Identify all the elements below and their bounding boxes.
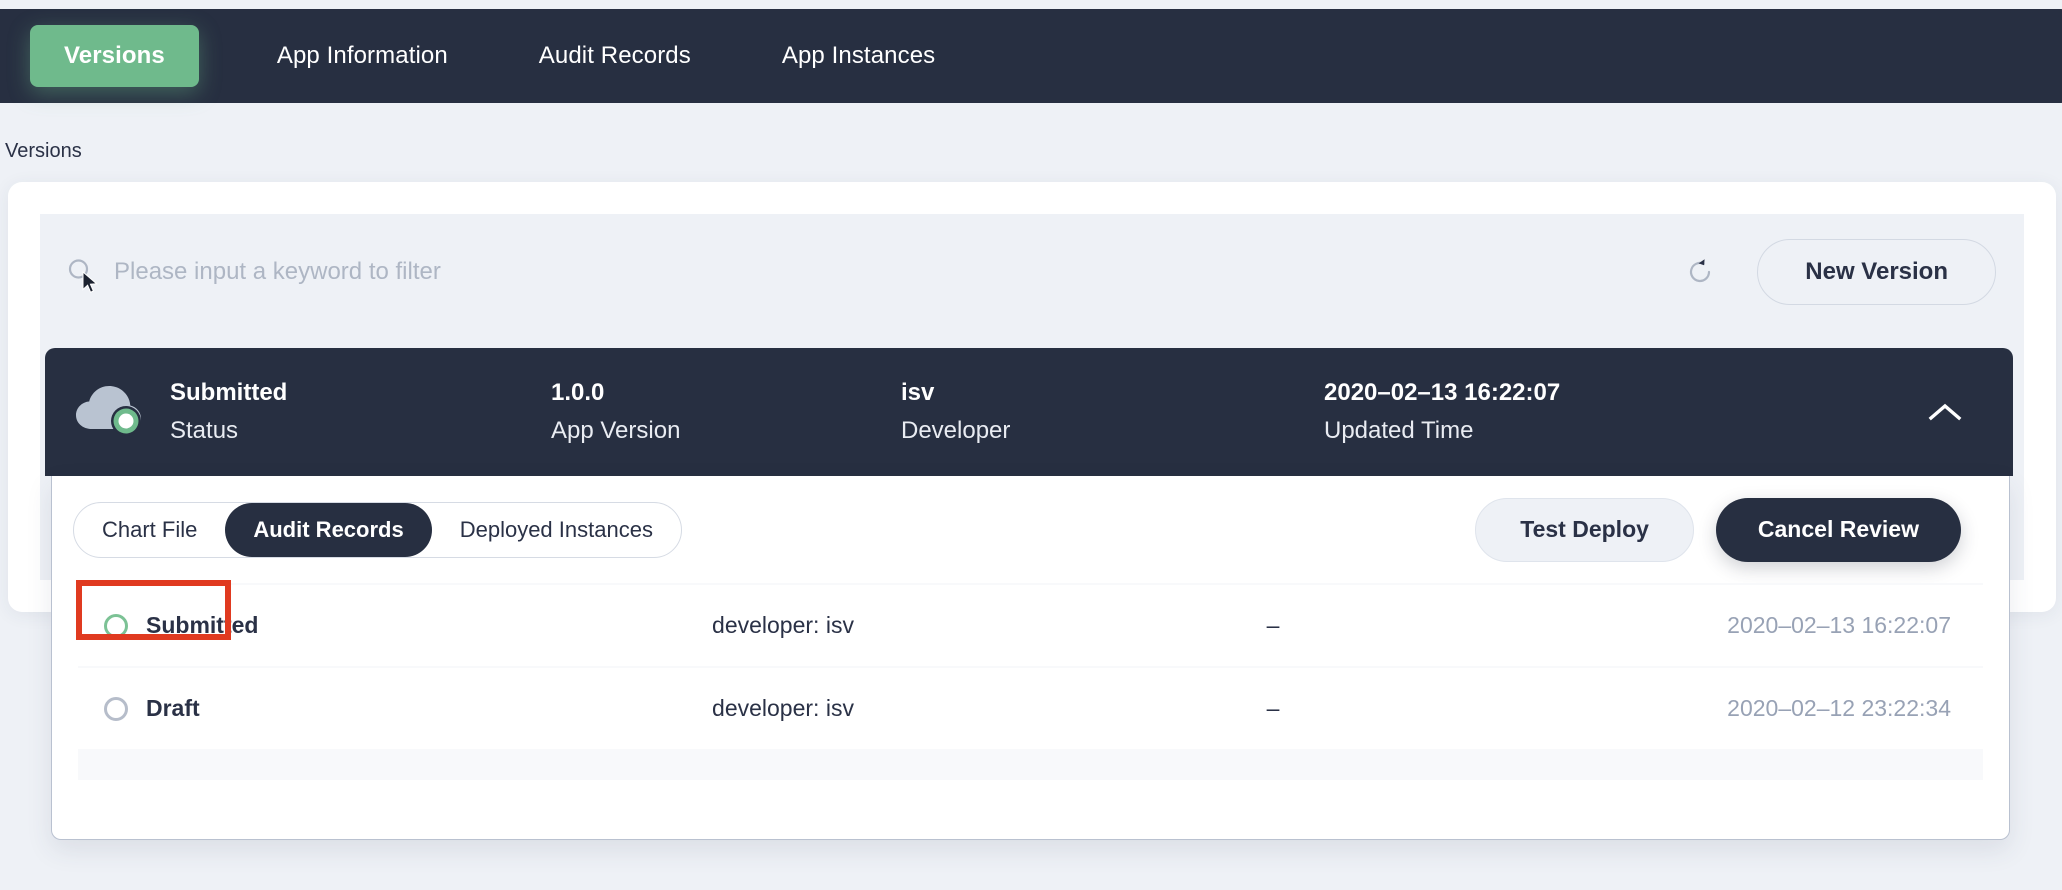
record-note-cell: –	[1266, 695, 1280, 721]
segment-chart-file-label: Chart File	[102, 516, 198, 542]
tab-app-information-label: App Information	[276, 42, 448, 69]
tab-versions-label: Versions	[64, 42, 165, 69]
segment-chart-file[interactable]: Chart File	[74, 503, 225, 557]
version-detail-panel: Chart File Audit Records Deployed Instan…	[51, 476, 2010, 840]
developer-label: Developer	[901, 416, 1011, 444]
version-developer-column: isv Developer	[901, 378, 1324, 446]
updated-time-value: 2020–02–13 16:22:07	[1324, 378, 1561, 406]
table-row[interactable]: Draft developer: isv – 2020–02–12 23:22:…	[78, 668, 1983, 751]
version-status-label: Status	[170, 416, 239, 444]
table-row[interactable]: Submitted developer: isv – 2020–02–13 16…	[78, 585, 1983, 668]
page-title: Versions	[5, 140, 82, 162]
cancel-review-button[interactable]: Cancel Review	[1715, 497, 1961, 562]
version-status-column: Submitted Status	[170, 378, 551, 446]
status-ring-icon	[104, 696, 128, 721]
top-nav-tabs: Versions App Information Audit Records A…	[0, 9, 939, 103]
tab-audit-records[interactable]: Audit Records	[535, 9, 695, 103]
segment-audit-records[interactable]: Audit Records	[225, 502, 432, 557]
segment-deployed-instances-label: Deployed Instances	[459, 516, 653, 542]
filter-toolbar: New Version	[40, 214, 2024, 330]
tab-app-instances[interactable]: App Instances	[778, 9, 939, 103]
refresh-icon[interactable]	[1679, 251, 1721, 293]
app-version-label: App Version	[551, 416, 681, 444]
top-navigation-bar: Versions App Information Audit Records A…	[0, 9, 2062, 103]
record-status-label: Draft	[146, 695, 200, 721]
app-version-value: 1.0.0	[551, 378, 605, 406]
tab-versions[interactable]: Versions	[30, 25, 199, 87]
version-row-header[interactable]: Submitted Status 1.0.0 App Version isv D…	[45, 348, 2013, 476]
version-status-value: Submitted	[170, 378, 288, 406]
app-root: Versions App Information Audit Records A…	[0, 0, 2062, 890]
status-ring-icon	[104, 613, 128, 638]
tab-app-information[interactable]: App Information	[273, 9, 452, 103]
segment-audit-records-label: Audit Records	[253, 516, 404, 542]
new-version-button[interactable]: New Version	[1757, 239, 1996, 305]
detail-segmented-control: Chart File Audit Records Deployed Instan…	[73, 501, 682, 558]
record-status-cell: Submitted	[78, 612, 533, 639]
version-updated-column: 2020–02–13 16:22:07 Updated Time	[1324, 378, 1844, 446]
detail-action-buttons: Test Deploy Cancel Review	[1475, 497, 1961, 562]
record-status-label: Submitted	[146, 612, 259, 638]
record-note-cell: –	[1266, 612, 1280, 638]
tab-app-instances-label: App Instances	[781, 42, 936, 69]
test-deploy-button[interactable]: Test Deploy	[1475, 497, 1694, 562]
record-developer-cell: developer: isv	[712, 612, 854, 638]
search-icon	[66, 257, 98, 293]
audit-records-list: Submitted developer: isv – 2020–02–13 16…	[78, 583, 1983, 780]
search-input[interactable]	[114, 252, 1680, 292]
version-number-column: 1.0.0 App Version	[551, 378, 901, 446]
chevron-up-icon[interactable]	[1927, 394, 1963, 430]
developer-value: isv	[901, 378, 935, 406]
detail-toolbar: Chart File Audit Records Deployed Instan…	[52, 476, 2009, 583]
record-status-cell: Draft	[78, 695, 533, 722]
cloud-status-icon	[74, 383, 144, 441]
record-developer-cell: developer: isv	[712, 695, 854, 721]
record-time-cell: 2020–02–12 23:22:34	[1727, 695, 1951, 721]
updated-time-label: Updated Time	[1324, 416, 1474, 444]
segment-deployed-instances[interactable]: Deployed Instances	[432, 503, 681, 557]
mouse-cursor-icon	[82, 271, 98, 293]
tab-audit-records-label: Audit Records	[538, 42, 691, 69]
record-time-cell: 2020–02–13 16:22:07	[1727, 612, 1951, 638]
